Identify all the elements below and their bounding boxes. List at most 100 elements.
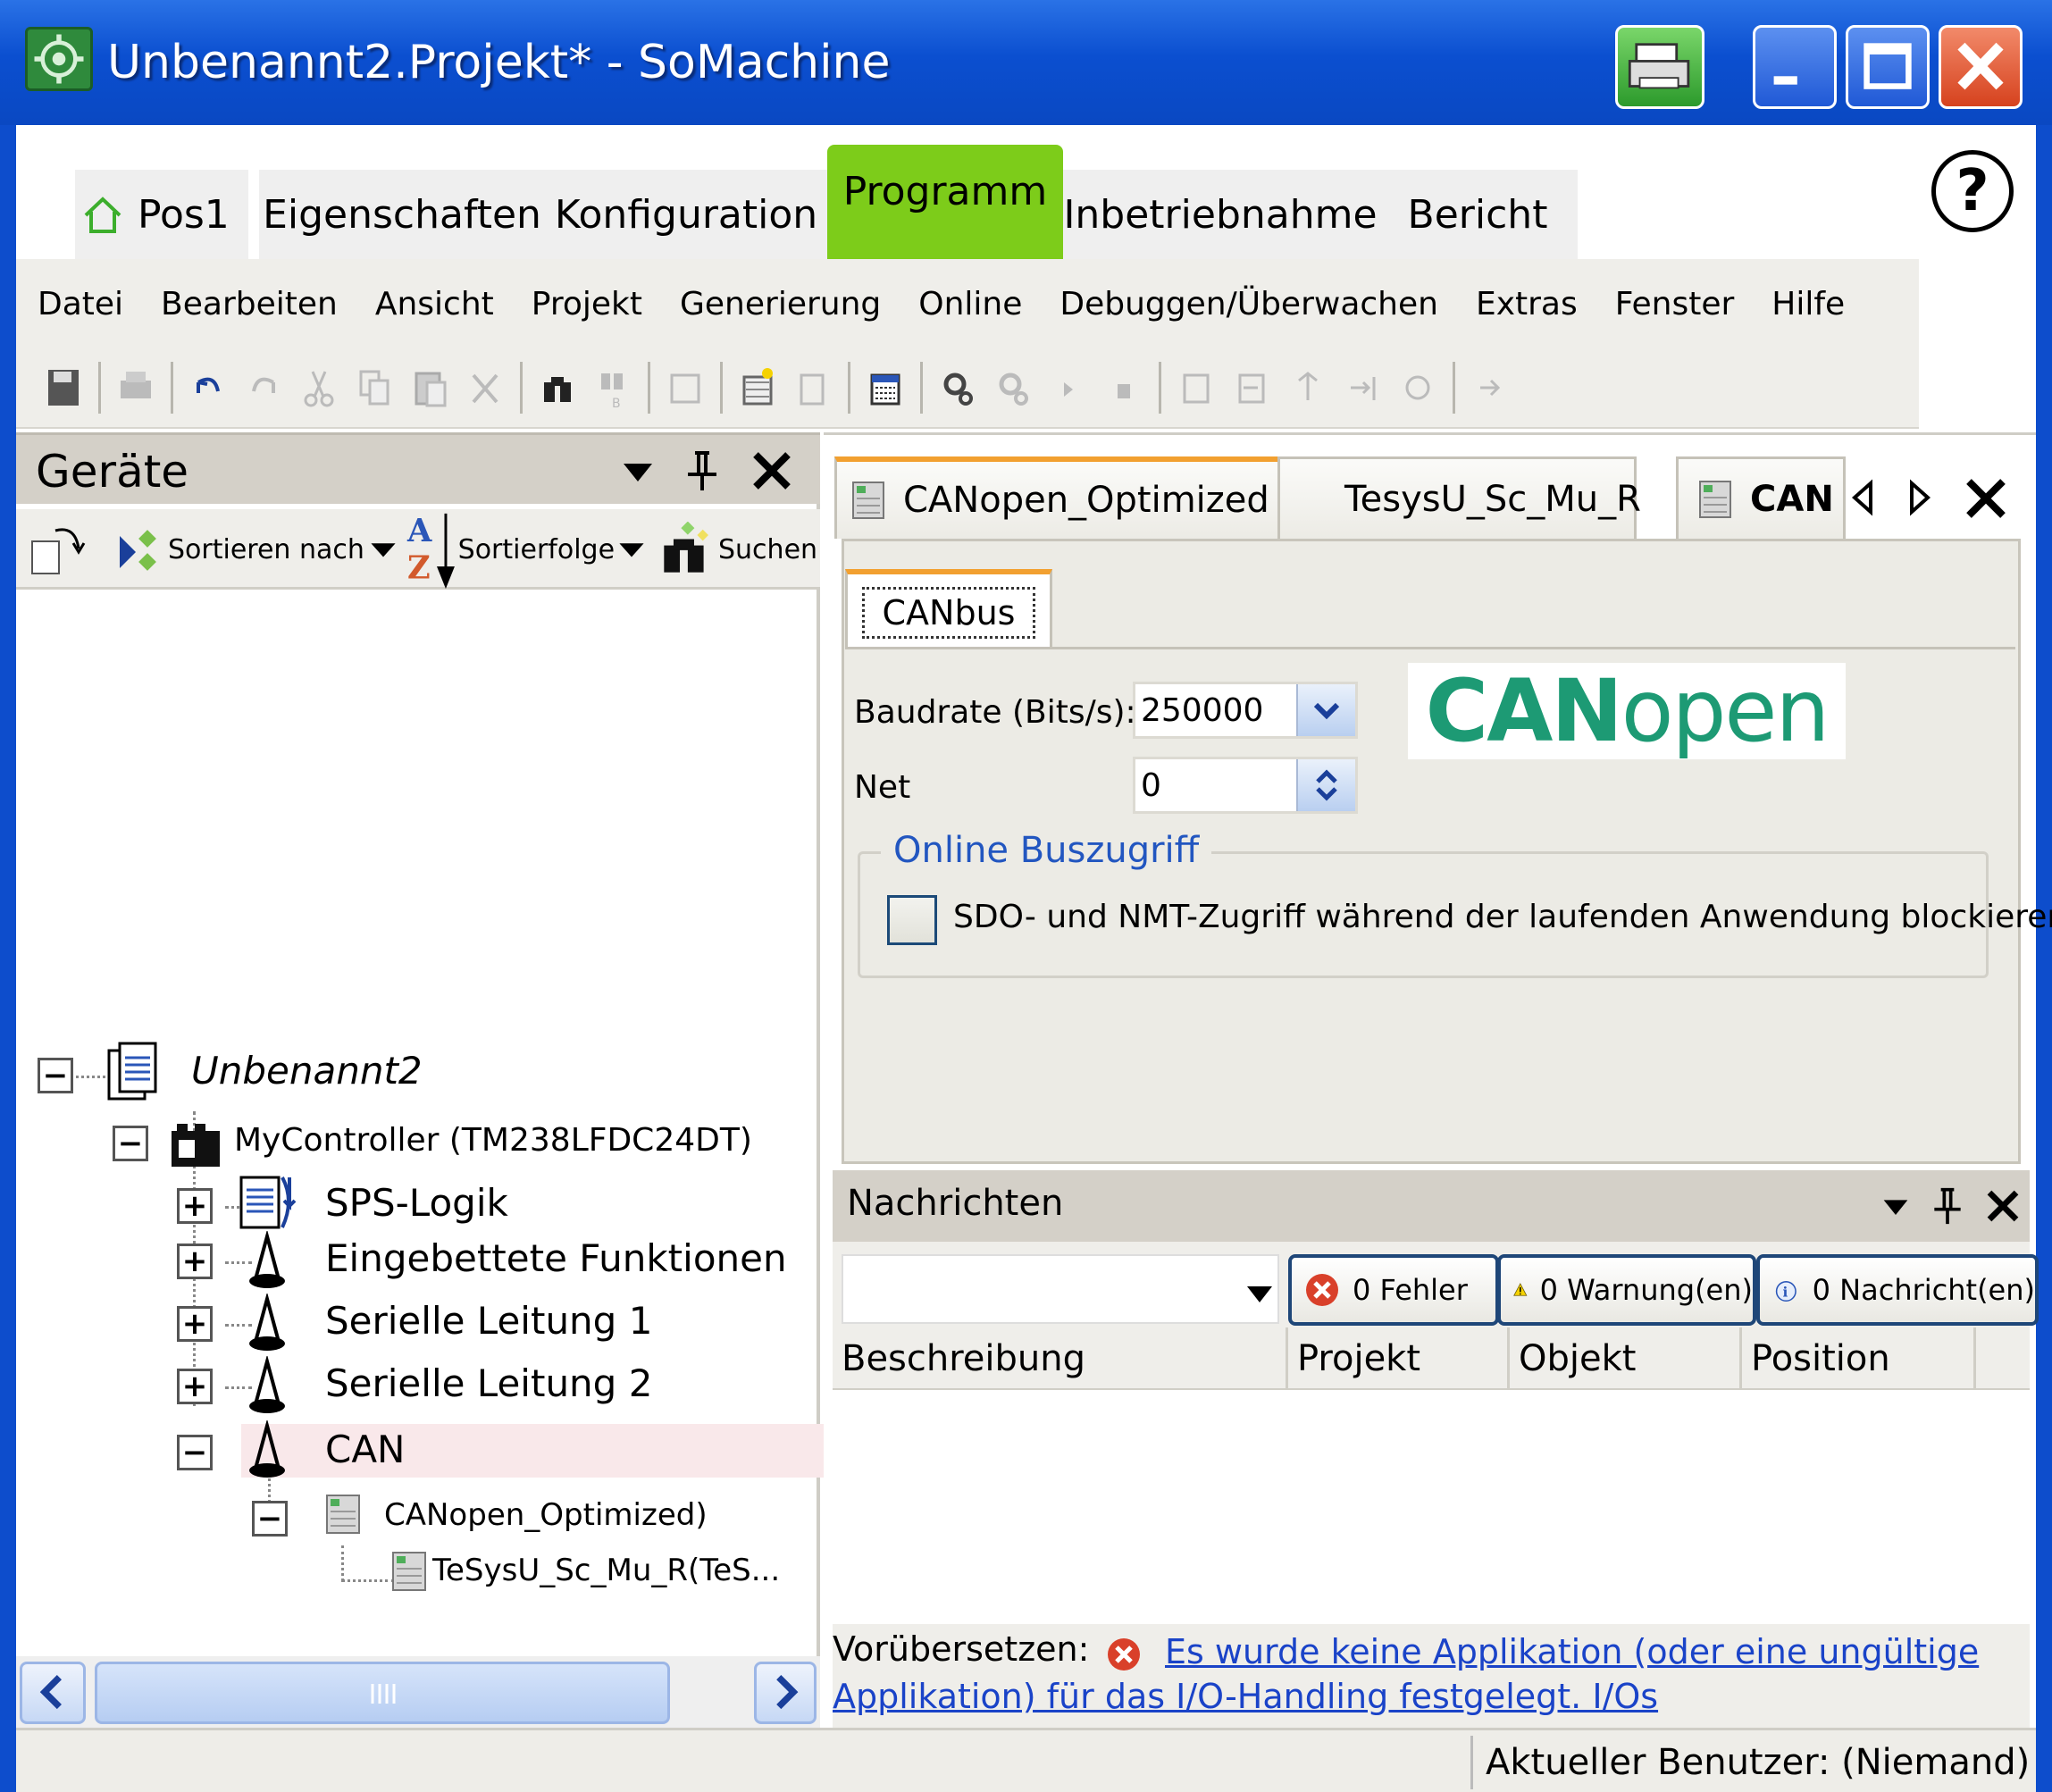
close-panel-icon[interactable] — [750, 449, 793, 492]
settings-disabled-icon[interactable] — [992, 364, 1034, 411]
breakpoint-icon[interactable] — [1397, 364, 1438, 411]
replace-icon[interactable]: B — [592, 364, 633, 411]
close-editor-icon[interactable] — [1964, 476, 2008, 521]
undo-icon[interactable] — [188, 364, 229, 411]
dropdown-button[interactable] — [1296, 684, 1355, 736]
tab-inbetriebnahme[interactable]: Inbetriebnahme — [1063, 170, 1378, 259]
expand-toggle-serielle-leitung-2[interactable]: + — [177, 1369, 213, 1404]
build-icon[interactable] — [737, 364, 778, 411]
tree-node-tesysu[interactable]: TeSysU_Sc_Mu_R(TeS... — [432, 1553, 780, 1588]
tree-node-can[interactable]: CAN — [325, 1428, 405, 1471]
tab-programm[interactable]: Programm — [827, 145, 1063, 259]
errors-filter-button[interactable]: 0 Fehler — [1288, 1254, 1499, 1326]
menu-online[interactable]: Online — [918, 286, 1022, 322]
print-icon[interactable] — [115, 364, 156, 411]
menu-hilfe[interactable]: Hilfe — [1771, 286, 1845, 322]
find-icon[interactable] — [537, 364, 578, 411]
redo-icon[interactable] — [243, 364, 284, 411]
stop-icon[interactable] — [1103, 364, 1144, 411]
paste-icon[interactable] — [409, 364, 450, 411]
menu-generierung[interactable]: Generierung — [680, 286, 881, 322]
block-sdo-nmt-checkbox[interactable] — [887, 895, 937, 945]
forward-icon[interactable] — [1470, 364, 1511, 411]
add-device-button[interactable] — [29, 518, 109, 581]
editor-tab-tesysu[interactable]: TesysU_Sc_Mu_R — [1277, 456, 1641, 539]
panel-menu-icon[interactable] — [1878, 1188, 1914, 1224]
scroll-left-button[interactable] — [20, 1662, 86, 1724]
tab-pos1[interactable]: Pos1 — [75, 170, 248, 259]
collapse-toggle-controller[interactable]: − — [113, 1126, 148, 1161]
column-beschreibung[interactable]: Beschreibung — [833, 1327, 1288, 1390]
page-icon[interactable] — [792, 364, 833, 411]
minimize-button[interactable] — [1753, 25, 1837, 109]
menu-extras[interactable]: Extras — [1476, 286, 1578, 322]
tree-node-eingebettete-funktionen[interactable]: Eingebettete Funktionen — [325, 1236, 787, 1280]
step-into-icon[interactable] — [1231, 364, 1272, 411]
play-icon[interactable] — [1048, 364, 1089, 411]
collapse-toggle-can[interactable]: − — [177, 1435, 213, 1470]
menu-projekt[interactable]: Projekt — [532, 286, 642, 322]
net-stepper[interactable]: 0 — [1133, 757, 1358, 814]
print-button[interactable] — [1615, 25, 1704, 109]
editor-tab-can[interactable]: CAN — [1676, 456, 1846, 539]
tree-node-serielle-leitung-2[interactable]: Serielle Leitung 2 — [325, 1361, 652, 1405]
tree-node-root[interactable]: Unbenannt2 — [191, 1049, 423, 1093]
menu-fenster[interactable]: Fenster — [1615, 286, 1735, 322]
delete-icon[interactable] — [465, 364, 506, 411]
scroll-right-button[interactable] — [754, 1662, 817, 1724]
expand-toggle-sps-logik[interactable]: + — [177, 1188, 213, 1224]
infos-filter-button[interactable]: i 0 Nachricht(en) — [1756, 1254, 2039, 1326]
sort-by-button[interactable]: Sortieren nach — [113, 518, 398, 581]
search-button[interactable]: Suchen — [656, 518, 822, 581]
column-position[interactable]: Position — [1742, 1327, 1976, 1390]
horizontal-scrollbar[interactable] — [16, 1656, 820, 1728]
tab-konfiguration[interactable]: Konfiguration — [545, 170, 827, 259]
close-panel-icon[interactable] — [1985, 1188, 2021, 1224]
editor-tab-canopen-optimized[interactable]: CANopen_Optimized — [834, 456, 1286, 539]
message-source-select[interactable] — [842, 1254, 1279, 1324]
menu-datei[interactable]: Datei — [38, 286, 123, 322]
scroll-thumb[interactable] — [95, 1662, 670, 1724]
stepper-buttons[interactable] — [1296, 759, 1355, 811]
menu-ansicht[interactable]: Ansicht — [375, 286, 494, 322]
run-to-cursor-icon[interactable] — [1342, 364, 1383, 411]
panel-menu-icon[interactable] — [616, 449, 659, 492]
help-button[interactable]: ? — [1931, 150, 2014, 232]
collapse-toggle-root[interactable]: − — [38, 1058, 73, 1093]
expand-toggle-serielle-leitung-1[interactable]: + — [177, 1306, 213, 1342]
messages-column-header: Beschreibung Projekt Objekt Position — [833, 1327, 2030, 1390]
maximize-button[interactable] — [1846, 25, 1930, 109]
sort-order-button[interactable]: AZ Sortierfolge — [406, 513, 656, 589]
tab-eigenschaften[interactable]: Eigenschaften — [259, 170, 545, 259]
tree-node-canopen-optimized[interactable]: CANopen_Optimized) — [384, 1497, 708, 1533]
tree-node-serielle-leitung-1[interactable]: Serielle Leitung 1 — [325, 1299, 652, 1343]
menu-bearbeiten[interactable]: Bearbeiten — [161, 286, 338, 322]
warnings-filter-button[interactable]: 0 Warnung(en) — [1497, 1254, 1756, 1326]
toolbar-separator — [1159, 362, 1161, 414]
tab-scroll-left-icon[interactable] — [1846, 478, 1881, 517]
title-bar: Unbenannt2.Projekt* - SoMachine — [0, 0, 2052, 125]
toolbar-separator — [1453, 362, 1455, 414]
settings-icon[interactable] — [937, 364, 978, 411]
column-projekt[interactable]: Projekt — [1288, 1327, 1510, 1390]
subtab-canbus[interactable]: CANbus — [845, 569, 1052, 651]
tab-scroll-right-icon[interactable] — [1901, 478, 1937, 517]
calendar-icon[interactable] — [865, 364, 906, 411]
pin-icon[interactable] — [681, 449, 724, 492]
expand-toggle-eingebettete-funktionen[interactable]: + — [177, 1244, 213, 1279]
cut-icon[interactable] — [298, 364, 339, 411]
tree-node-controller[interactable]: MyController (TM238LFDC24DT) — [234, 1122, 752, 1159]
column-objekt[interactable]: Objekt — [1510, 1327, 1742, 1390]
tree-node-sps-logik[interactable]: SPS-Logik — [325, 1181, 508, 1225]
baudrate-select[interactable]: 250000 — [1133, 682, 1358, 739]
save-icon[interactable] — [43, 364, 84, 411]
step-over-icon[interactable] — [1176, 364, 1217, 411]
tab-bericht[interactable]: Bericht — [1378, 170, 1578, 259]
copy-icon[interactable] — [354, 364, 395, 411]
pin-icon[interactable] — [1928, 1186, 1967, 1226]
step-out-icon[interactable] — [1286, 364, 1328, 411]
collapse-toggle-canopen[interactable]: − — [252, 1501, 288, 1537]
menu-debuggen[interactable]: Debuggen/Überwachen — [1060, 286, 1438, 322]
close-window-button[interactable] — [1939, 25, 2023, 109]
window-icon[interactable] — [665, 364, 706, 411]
